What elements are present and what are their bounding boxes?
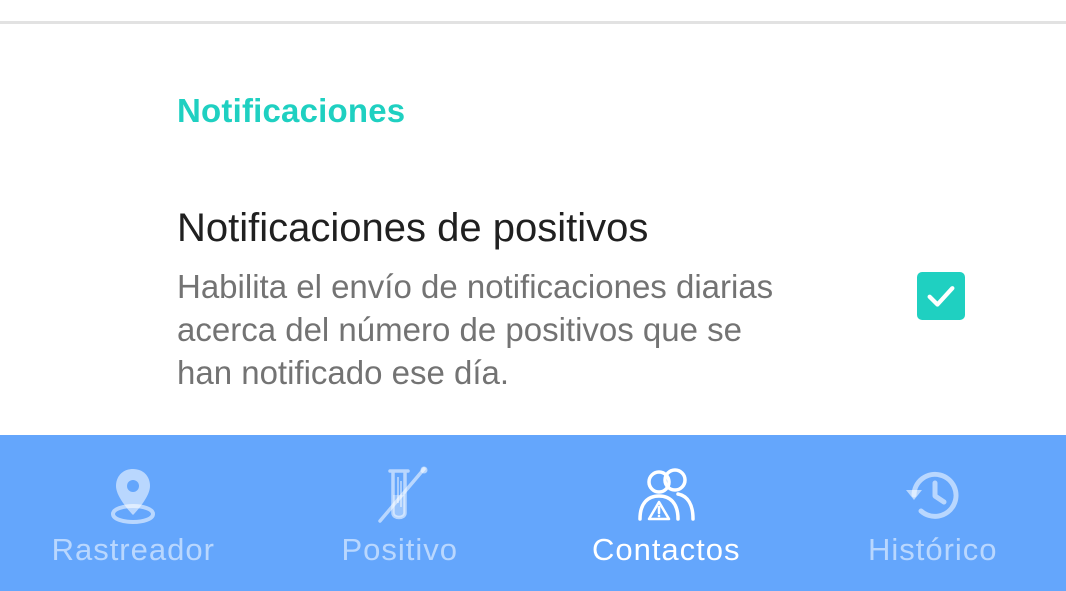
nav-item-historico[interactable]: Histórico xyxy=(800,435,1066,591)
location-pin-icon xyxy=(111,469,156,525)
test-tube-icon xyxy=(378,466,428,523)
preference-positive-notifications[interactable]: Notificaciones de positivos Habilita el … xyxy=(0,190,1066,430)
nav-label: Histórico xyxy=(867,532,998,567)
preference-summary-line: han notificado ese día. xyxy=(177,354,510,391)
preference-title: Notificaciones de positivos xyxy=(177,206,649,250)
bottom-navigation: Rastreador Positivo Contactos Histórico xyxy=(0,435,1066,591)
history-icon xyxy=(905,471,959,519)
nav-item-rastreador[interactable]: Rastreador xyxy=(0,435,267,591)
top-divider xyxy=(0,21,1066,24)
nav-label: Contactos xyxy=(591,532,741,567)
nav-item-positivo[interactable]: Positivo xyxy=(267,435,534,591)
checkmark-icon xyxy=(927,286,955,307)
contacts-warning-icon xyxy=(638,468,695,521)
nav-item-contactos[interactable]: Contactos xyxy=(533,435,800,591)
preference-summary-line: Habilita el envío de notificaciones diar… xyxy=(177,268,774,305)
preference-summary-line: acerca del número de positivos que se xyxy=(177,311,742,348)
settings-screen: Notificaciones Notificaciones de positiv… xyxy=(0,0,1066,591)
preference-summary: Habilita el envío de notificaciones diar… xyxy=(177,265,867,394)
nav-label: Positivo xyxy=(341,532,459,567)
section-title-notifications: Notificaciones xyxy=(177,92,406,129)
nav-label: Rastreador xyxy=(51,532,215,567)
positive-notifications-checkbox[interactable] xyxy=(917,272,965,320)
